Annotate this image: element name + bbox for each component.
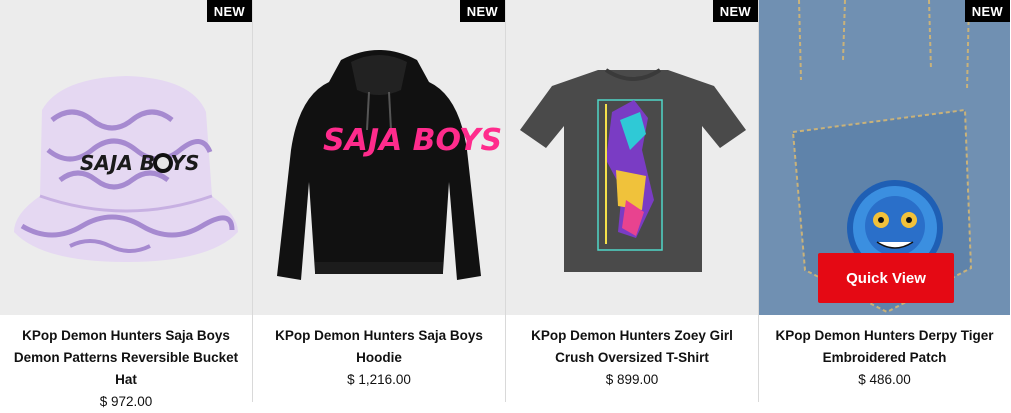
hoodie-print-text: SAJA BOYS [323, 123, 502, 158]
quick-view-button[interactable]: Quick View [818, 253, 954, 303]
product-image[interactable]: SAJA BOYS NEW [253, 0, 505, 315]
product-card-bucket-hat[interactable]: SAJA BOYS NEW KPop Demon Hunters Saja Bo… [0, 0, 253, 409]
product-image[interactable]: NEW [506, 0, 758, 315]
product-grid: SAJA BOYS NEW KPop Demon Hunters Saja Bo… [0, 0, 1011, 409]
new-badge: NEW [712, 0, 758, 22]
hoodie-image: SAJA BOYS [253, 0, 505, 315]
bucket-hat-image: SAJA BOYS [0, 0, 252, 315]
product-info: KPop Demon Hunters Saja Boys Hoodie $ 1,… [253, 315, 505, 391]
tshirt-image [506, 0, 758, 315]
product-price: $ 899.00 [605, 372, 659, 387]
product-price: $ 972.00 [99, 394, 153, 409]
product-price: $ 486.00 [858, 372, 911, 387]
product-price: $ 1,216.00 [347, 372, 411, 387]
product-card-hoodie[interactable]: SAJA BOYS NEW KPop Demon Hunters Saja Bo… [253, 0, 506, 402]
product-title[interactable]: KPop Demon Hunters Saja Boys Demon Patte… [8, 325, 244, 391]
product-image[interactable]: SAJA BOYS NEW [0, 0, 252, 315]
new-badge: NEW [964, 0, 1010, 22]
product-title[interactable]: KPop Demon Hunters Derpy Tiger Embroider… [767, 325, 1002, 369]
product-image[interactable]: NEW Quick View [759, 0, 1010, 315]
new-badge: NEW [459, 0, 505, 22]
product-info: KPop Demon Hunters Saja Boys Demon Patte… [0, 315, 252, 413]
product-title[interactable]: KPop Demon Hunters Zoey Girl Crush Overs… [514, 325, 750, 369]
product-card-tshirt[interactable]: NEW KPop Demon Hunters Zoey Girl Crush O… [506, 0, 759, 402]
hat-print-text: SAJA BOYS [80, 151, 199, 175]
product-card-patch[interactable]: NEW Quick View KPop Demon Hunters Derpy … [759, 0, 1010, 402]
new-badge: NEW [206, 0, 252, 22]
product-info: KPop Demon Hunters Derpy Tiger Embroider… [759, 315, 1010, 391]
product-title[interactable]: KPop Demon Hunters Saja Boys Hoodie [261, 325, 497, 369]
product-info: KPop Demon Hunters Zoey Girl Crush Overs… [506, 315, 758, 391]
